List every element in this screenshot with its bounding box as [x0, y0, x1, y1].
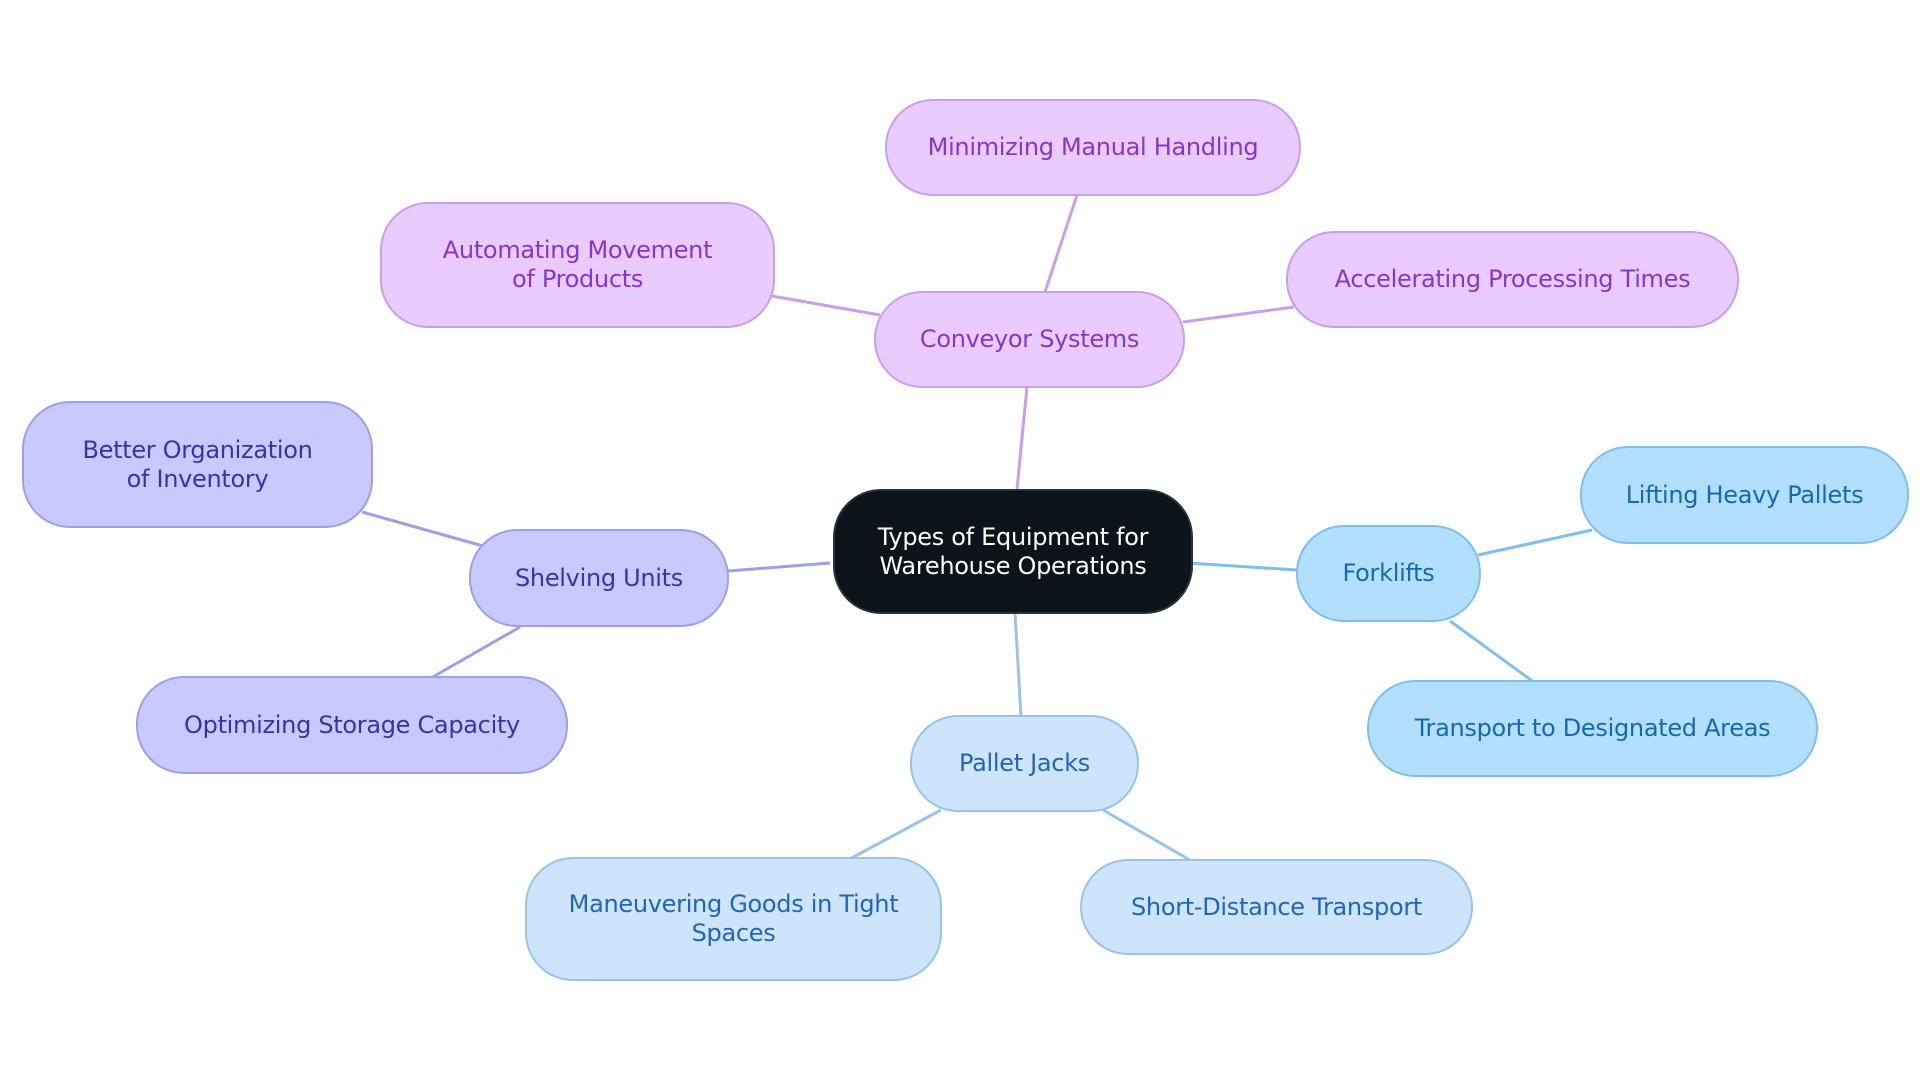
branch-label: Shelving Units [515, 563, 683, 592]
edge-root-forklifts [1187, 561, 1298, 572]
leaf-label: Optimizing Storage Capacity [184, 710, 520, 739]
edge-shelving-organization [361, 510, 484, 548]
branch-node-forklifts[interactable]: Forklifts [1296, 525, 1481, 622]
leaf-node-accelerating-processing[interactable]: Accelerating Processing Times [1286, 231, 1739, 328]
edge-root-shelving [727, 561, 831, 573]
leaf-label: Automating Movement of Products [442, 236, 713, 293]
leaf-label: Better Organization of Inventory [82, 435, 313, 493]
leaf-node-better-organization[interactable]: Better Organization of Inventory [22, 401, 373, 528]
branch-node-shelving-units[interactable]: Shelving Units [469, 529, 729, 627]
leaf-node-minimizing-manual-handling[interactable]: Minimizing Manual Handling [885, 99, 1301, 196]
edge-conveyor-minimizing [1043, 194, 1079, 293]
branch-label: Conveyor Systems [919, 325, 1140, 353]
leaf-node-transport-designated-areas[interactable]: Transport to Designated Areas [1367, 680, 1818, 777]
edge-conveyor-automating [771, 294, 881, 317]
edge-shelving-optimizing [430, 625, 521, 680]
leaf-label: Transport to Designated Areas [1414, 714, 1771, 742]
branch-node-conveyor-systems[interactable]: Conveyor Systems [874, 291, 1185, 388]
leaf-node-automating-movement[interactable]: Automating Movement of Products [380, 202, 775, 328]
edge-root-pallet-jacks [1013, 612, 1023, 717]
leaf-node-optimizing-storage[interactable]: Optimizing Storage Capacity [136, 676, 568, 774]
leaf-label: Short-Distance Transport [1130, 892, 1423, 921]
leaf-label: Lifting Heavy Pallets [1625, 480, 1864, 509]
leaf-node-maneuvering-goods[interactable]: Maneuvering Goods in Tight Spaces [525, 857, 942, 981]
edge-forklifts-lifting [1477, 528, 1593, 557]
branch-node-pallet-jacks[interactable]: Pallet Jacks [910, 715, 1139, 812]
edge-root-conveyor [1015, 386, 1029, 490]
edge-pallet-jacks-maneuvering [845, 808, 942, 863]
edge-conveyor-accelerating [1182, 305, 1295, 324]
root-node-label: Types of Equipment for Warehouse Operati… [877, 522, 1149, 580]
branch-label: Pallet Jacks [958, 749, 1091, 777]
root-node[interactable]: Types of Equipment for Warehouse Operati… [833, 489, 1193, 614]
edge-forklifts-transport [1449, 619, 1536, 685]
leaf-node-short-distance-transport[interactable]: Short-Distance Transport [1080, 859, 1473, 955]
leaf-label: Maneuvering Goods in Tight Spaces [568, 890, 899, 947]
leaf-label: Accelerating Processing Times [1334, 265, 1691, 293]
leaf-node-lifting-heavy-pallets[interactable]: Lifting Heavy Pallets [1580, 446, 1909, 544]
leaf-label: Minimizing Manual Handling [927, 133, 1259, 161]
edge-pallet-jacks-short-distance [1102, 808, 1196, 865]
branch-label: Forklifts [1342, 559, 1435, 587]
